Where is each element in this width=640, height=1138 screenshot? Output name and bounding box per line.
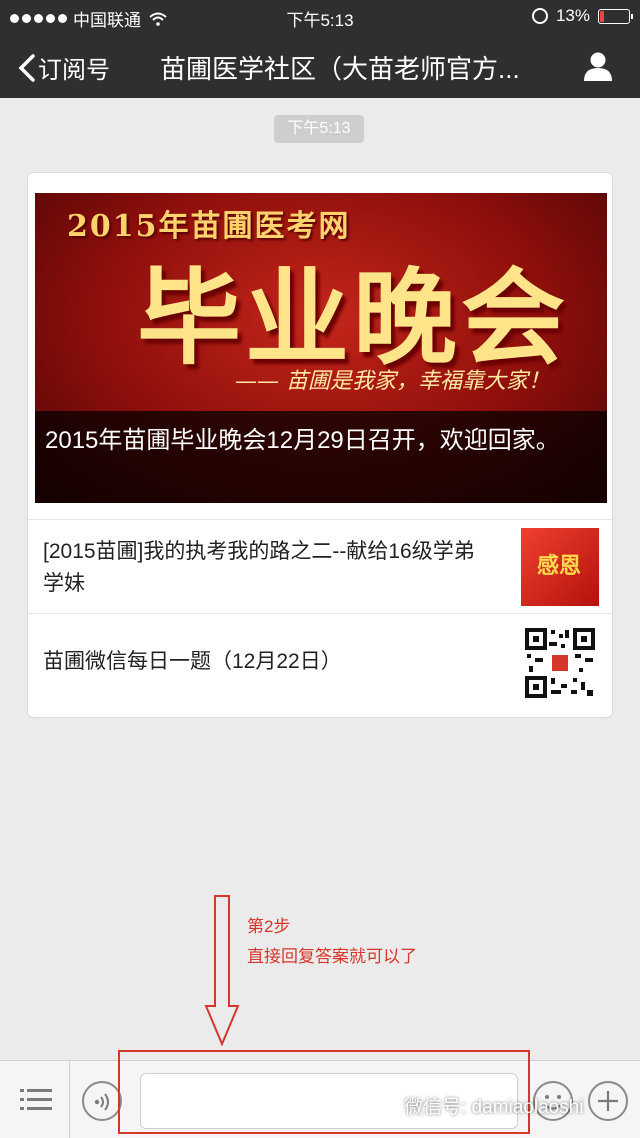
watermark: 微信号: damiaolaoshi xyxy=(372,1092,584,1119)
article-thumbnail: 感恩 xyxy=(521,528,599,606)
article-list-item[interactable]: [2015苗圃]我的执考我的路之二--献给16级学弟学妹 感恩 xyxy=(28,519,612,613)
thumbnail-text: 感恩 xyxy=(537,553,582,579)
chevron-left-icon xyxy=(18,53,35,82)
battery-percent: 13% xyxy=(555,6,590,25)
plus-icon xyxy=(598,1091,618,1111)
battery-icon xyxy=(598,8,633,24)
rotation-lock-icon xyxy=(531,8,548,24)
watermark-text: 微信号: damiaolaoshi xyxy=(404,1097,584,1118)
article-title: [2015苗圃]我的执考我的路之二--献给16级学弟学妹 xyxy=(43,540,475,595)
voice-button[interactable] xyxy=(82,1081,122,1121)
page-title: 苗圃医学社区（大苗老师官方... xyxy=(160,54,520,84)
annotation-instruction: 直接回复答案就可以了 xyxy=(247,947,417,966)
qr-code-icon xyxy=(525,628,595,698)
person-icon[interactable] xyxy=(582,50,614,82)
message-timestamp: 下午5:13 xyxy=(274,115,364,143)
annotation-step: 第2步 xyxy=(247,917,291,936)
status-bar: 中国联通 下午5:13 13% xyxy=(0,0,640,34)
back-label: 订阅号 xyxy=(38,57,110,84)
nav-bar: 订阅号 苗圃医学社区（大苗老师官方... xyxy=(0,34,640,98)
menu-toggle-button[interactable] xyxy=(0,1061,70,1138)
annotation-arrow-icon xyxy=(204,895,240,1046)
voice-icon xyxy=(94,1093,109,1111)
cover-image-heading: 毕业晚会 xyxy=(137,256,570,379)
article-list-item[interactable]: 苗圃微信每日一题（12月22日） xyxy=(28,613,612,717)
back-button[interactable]: 订阅号 xyxy=(18,50,110,85)
cover-article[interactable]: 2015年苗圃医考网 毕业晚会 —— 苗圃是我家，幸福靠大家！ 2015年苗圃毕… xyxy=(35,193,607,503)
wechat-icon xyxy=(372,1095,398,1116)
status-right: 13% xyxy=(531,6,633,26)
annotation-text: 第2步 直接回复答案就可以了 xyxy=(247,912,417,972)
cover-caption: 2015年苗圃毕业晚会12月29日召开，欢迎回家。 xyxy=(35,411,607,503)
plus-button[interactable] xyxy=(588,1081,628,1121)
article-title: 苗圃微信每日一题（12月22日） xyxy=(43,650,342,673)
list-menu-icon xyxy=(20,1089,52,1110)
cover-image-slogan: —— 苗圃是我家，幸福靠大家！ xyxy=(235,369,550,394)
article-card: 2015年苗圃医考网 毕业晚会 —— 苗圃是我家，幸福靠大家！ 2015年苗圃毕… xyxy=(27,172,613,718)
